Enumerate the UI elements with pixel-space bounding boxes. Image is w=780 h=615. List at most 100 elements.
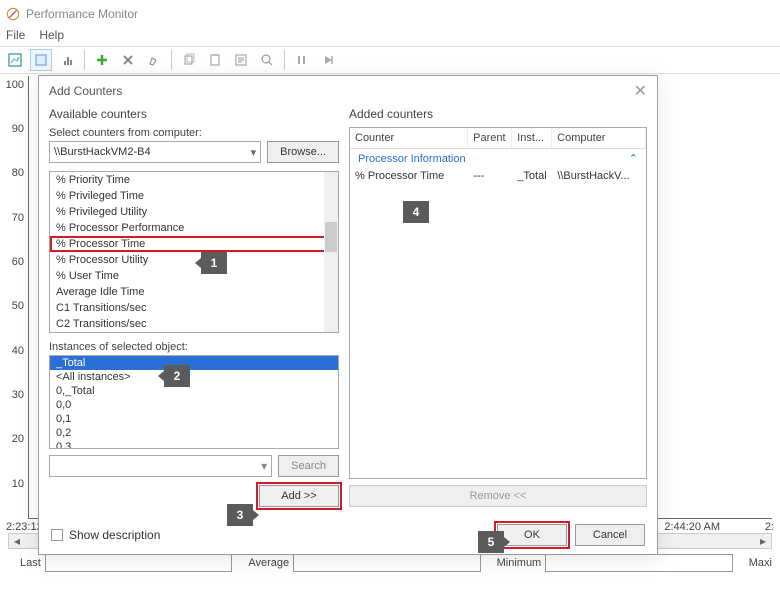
add-icon[interactable] xyxy=(91,49,113,71)
computer-select-value: \\BurstHackVM2-B4 xyxy=(54,146,151,158)
close-icon[interactable]: ✕ xyxy=(634,81,647,101)
col-computer[interactable]: Computer xyxy=(552,128,646,148)
view-current-icon[interactable] xyxy=(4,49,26,71)
cancel-button[interactable]: Cancel xyxy=(575,524,645,546)
app-icon xyxy=(6,7,20,21)
y-label: 70 xyxy=(12,212,24,224)
y-label: 100 xyxy=(6,79,24,91)
y-label: 20 xyxy=(12,433,24,445)
add-button[interactable]: Add >> xyxy=(259,485,339,507)
app-title: Performance Monitor xyxy=(26,7,138,21)
callout-3: 3 xyxy=(227,504,253,526)
stat-min-value xyxy=(545,554,733,572)
y-label: 40 xyxy=(12,345,24,357)
y-label: 80 xyxy=(12,167,24,179)
dialog-titlebar: Add Counters ✕ xyxy=(39,76,657,105)
delete-icon[interactable] xyxy=(117,49,139,71)
row-instance: _Total xyxy=(512,170,552,182)
y-label: 30 xyxy=(12,389,24,401)
y-label: 10 xyxy=(12,478,24,490)
y-label: 50 xyxy=(12,300,24,312)
added-counter-row[interactable]: % Processor Time --- _Total \\BurstHackV… xyxy=(350,168,646,184)
added-header: Counter Parent Inst... Computer xyxy=(350,128,646,149)
computer-select[interactable]: \\BurstHackVM2-B4 ▾ xyxy=(49,141,261,163)
remove-button[interactable]: Remove << xyxy=(349,485,647,507)
menu-help[interactable]: Help xyxy=(39,28,64,46)
x-time-far: 2: xyxy=(765,521,774,533)
zoom-icon[interactable] xyxy=(256,49,278,71)
instance-item[interactable]: 0,_Total xyxy=(50,384,338,398)
counter-item-processor-time[interactable]: % Processor Time xyxy=(50,236,338,252)
callout-2: 2 xyxy=(164,365,190,387)
callout-4: 4 xyxy=(403,201,429,223)
instance-item[interactable]: 0,2 xyxy=(50,426,338,440)
show-description-checkbox[interactable] xyxy=(51,529,63,541)
col-parent[interactable]: Parent xyxy=(468,128,512,148)
y-axis: 100 90 80 70 60 50 40 30 20 10 xyxy=(0,76,28,519)
counter-item[interactable]: % Privileged Utility xyxy=(50,204,338,220)
col-instance[interactable]: Inst... xyxy=(512,128,552,148)
instances-listbox[interactable]: _Total <All instances> 0,_Total 0,0 0,1 … xyxy=(49,355,339,449)
instance-search-input[interactable]: ▾ xyxy=(49,455,272,477)
counter-item[interactable]: % Priority Time xyxy=(50,172,338,188)
stat-last-value xyxy=(45,554,233,572)
y-label: 90 xyxy=(12,123,24,135)
browse-button[interactable]: Browse... xyxy=(267,141,339,163)
copy-icon[interactable] xyxy=(178,49,200,71)
counter-item[interactable]: C1 Transitions/sec xyxy=(50,300,338,316)
counter-item[interactable]: % Processor Utility xyxy=(50,252,338,268)
select-computer-label: Select counters from computer: xyxy=(49,127,339,139)
paste-icon[interactable] xyxy=(204,49,226,71)
dialog-title: Add Counters xyxy=(49,84,122,98)
menu-file[interactable]: File xyxy=(6,28,25,46)
freeze-icon[interactable] xyxy=(291,49,313,71)
counter-item[interactable]: C2 Transitions/sec xyxy=(50,316,338,332)
stat-max-label: Maxi xyxy=(749,557,772,569)
counter-item[interactable]: % User Time xyxy=(50,268,338,284)
chevron-down-icon: ▾ xyxy=(251,146,257,159)
instance-item[interactable]: <All instances> xyxy=(50,370,338,384)
stat-min-label: Minimum xyxy=(497,557,542,569)
add-counters-dialog: Add Counters ✕ Available counters Select… xyxy=(38,75,658,555)
highlight-icon[interactable] xyxy=(143,49,165,71)
menubar: File Help xyxy=(0,28,780,46)
chevron-down-icon: ▾ xyxy=(261,459,267,473)
view-log-icon[interactable] xyxy=(30,49,52,71)
counters-listbox[interactable]: % Priority Time % Privileged Time % Priv… xyxy=(49,171,339,333)
listbox-scrollbar[interactable] xyxy=(324,172,338,332)
titlebar: Performance Monitor xyxy=(0,0,780,28)
stat-avg-label: Average xyxy=(248,557,289,569)
search-button[interactable]: Search xyxy=(278,455,339,477)
status-row: Last Average Minimum Maxi xyxy=(8,553,772,573)
added-counters-panel: Counter Parent Inst... Computer Processo… xyxy=(349,127,647,479)
instance-item-total[interactable]: _Total xyxy=(50,356,338,370)
scroll-left-icon[interactable]: ◂ xyxy=(9,534,25,548)
dialog-footer: Show description OK Cancel xyxy=(39,515,657,554)
counter-item[interactable]: % Processor Performance xyxy=(50,220,338,236)
counter-group-row[interactable]: Processor Information ⌃ xyxy=(350,149,646,168)
counter-item[interactable]: Average Idle Time xyxy=(50,284,338,300)
scroll-right-icon[interactable]: ▸ xyxy=(755,534,771,548)
properties-icon[interactable] xyxy=(230,49,252,71)
y-label: 60 xyxy=(12,256,24,268)
toolbar xyxy=(0,46,780,74)
row-counter: % Processor Time xyxy=(350,170,468,182)
stat-avg-value xyxy=(293,554,481,572)
show-description-label: Show description xyxy=(69,528,160,542)
instance-item[interactable]: 0,1 xyxy=(50,412,338,426)
row-parent: --- xyxy=(468,170,512,182)
instances-label: Instances of selected object: xyxy=(49,341,339,353)
callout-5: 5 xyxy=(478,531,504,553)
view-report-icon[interactable] xyxy=(56,49,78,71)
collapse-icon[interactable]: ⌃ xyxy=(629,152,638,165)
instance-item[interactable]: 0,3 xyxy=(50,440,338,449)
group-name: Processor Information xyxy=(358,153,466,165)
callout-1: 1 xyxy=(201,252,227,274)
col-counter[interactable]: Counter xyxy=(350,128,468,148)
instance-item[interactable]: 0,0 xyxy=(50,398,338,412)
update-icon[interactable] xyxy=(317,49,339,71)
row-computer: \\BurstHackV... xyxy=(552,170,646,182)
counter-item[interactable]: % Privileged Time xyxy=(50,188,338,204)
added-counters-label: Added counters xyxy=(349,107,647,121)
stat-last-label: Last xyxy=(20,557,41,569)
